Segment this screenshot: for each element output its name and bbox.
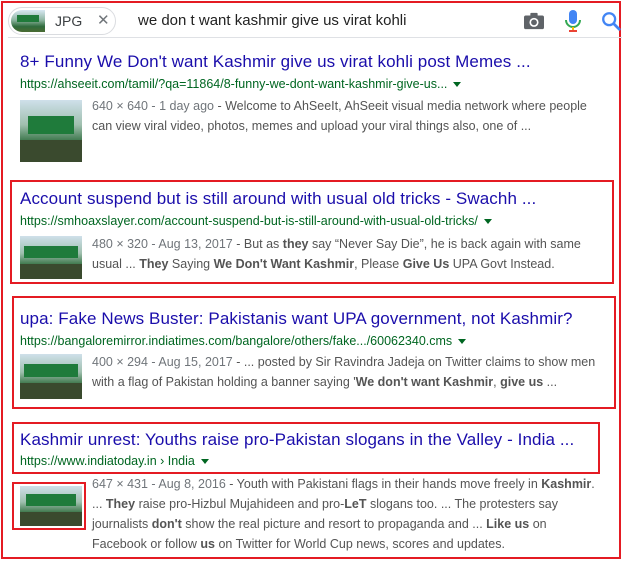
search-icon[interactable] bbox=[600, 10, 622, 32]
snippet-text: raise pro-Hizbul Mujahideen and pro- bbox=[135, 497, 345, 511]
chevron-down-icon[interactable] bbox=[200, 459, 209, 465]
snippet-bold: Like us bbox=[486, 517, 530, 531]
snippet-text: on bbox=[529, 517, 547, 531]
snippet-text: can view viral video, photos, memes and … bbox=[92, 119, 532, 133]
result-snippet: 400 × 294 - Aug 15, 2017 - ... posted by… bbox=[92, 352, 595, 392]
result-meta: 647 × 431 - Aug 8, 2016 bbox=[92, 477, 226, 491]
camera-icon[interactable] bbox=[523, 11, 545, 31]
result-title-link[interactable]: 8+ Funny We Don't want Kashmir give us v… bbox=[20, 52, 531, 72]
snippet-text: on Twitter for World Cup news, scores an… bbox=[214, 537, 505, 551]
result-thumbnail[interactable] bbox=[20, 486, 82, 526]
snippet-text: usual ... bbox=[92, 257, 140, 271]
snippet-text: ... bbox=[543, 375, 558, 389]
snippet-bold: We don't want Kashmir bbox=[355, 375, 494, 389]
snippet-bold: give us bbox=[500, 375, 544, 389]
snippet-bold: they bbox=[282, 237, 309, 251]
result-url-text[interactable]: https://ahseeit.com/tamil/?qa=11864/8-fu… bbox=[20, 77, 447, 91]
snippet-bold: They bbox=[105, 497, 136, 511]
result-meta: 480 × 320 - Aug 13, 2017 bbox=[92, 237, 233, 251]
snippet-text: with a flag of Pakistan holding a banner… bbox=[92, 375, 356, 389]
snippet-bold: LeT bbox=[344, 497, 367, 511]
result-url-text[interactable]: https://smhoaxslayer.com/account-suspend… bbox=[20, 214, 478, 228]
snippet-bold: us bbox=[200, 537, 215, 551]
result-thumbnail[interactable] bbox=[20, 236, 82, 279]
result-url[interactable]: https://smhoaxslayer.com/account-suspend… bbox=[20, 214, 492, 228]
snippet-text: . bbox=[591, 477, 595, 491]
query-image-thumbnail bbox=[11, 10, 45, 32]
chevron-down-icon[interactable] bbox=[453, 82, 462, 88]
result-url[interactable]: https://bangaloremirror.indiatimes.com/b… bbox=[20, 334, 467, 348]
snippet-bold: Kashmir bbox=[541, 477, 592, 491]
snippet-text: journalists bbox=[92, 517, 152, 531]
snippet-text: show the real picture and resort to prop… bbox=[181, 517, 487, 531]
snippet-text: - But as bbox=[232, 237, 283, 251]
result-meta: 640 × 640 - 1 day ago bbox=[92, 99, 214, 113]
snippet-text: slogans too. ... The protesters say bbox=[366, 497, 559, 511]
result-thumbnail[interactable] bbox=[20, 354, 82, 399]
mic-icon[interactable] bbox=[563, 9, 583, 33]
chip-label: JPG bbox=[55, 13, 83, 29]
result-title-link[interactable]: Account suspend but is still around with… bbox=[20, 189, 536, 209]
snippet-text: UPA Govt Instead. bbox=[449, 257, 555, 271]
chevron-down-icon[interactable] bbox=[458, 339, 467, 345]
search-input[interactable]: we don t want kashmir give us virat kohl… bbox=[138, 12, 406, 29]
snippet-text: - Youth with Pakistani flags in their ha… bbox=[225, 477, 542, 491]
search-bar[interactable]: JPG ✕ we don t want kashmir give us vira… bbox=[8, 4, 622, 38]
snippet-text: ... bbox=[92, 497, 106, 511]
result-thumbnail[interactable] bbox=[20, 100, 82, 162]
result-url[interactable]: https://ahseeit.com/tamil/?qa=11864/8-fu… bbox=[20, 77, 462, 91]
result-snippet: 480 × 320 - Aug 13, 2017 - But as they s… bbox=[92, 234, 581, 274]
result-title-link[interactable]: Kashmir unrest: Youths raise pro-Pakista… bbox=[20, 430, 574, 450]
result-title-link[interactable]: upa: Fake News Buster: Pakistanis want U… bbox=[20, 309, 573, 329]
snippet-text: say “Never Say Die”, he is back again wi… bbox=[308, 237, 581, 251]
snippet-bold: They bbox=[139, 257, 169, 271]
snippet-bold: don't bbox=[151, 517, 182, 531]
snippet-text: - ... posted by Sir Ravindra Jadeja on T… bbox=[232, 355, 596, 369]
snippet-text: Facebook or follow bbox=[92, 537, 201, 551]
snippet-text: , Please bbox=[354, 257, 403, 271]
result-meta: 400 × 294 - Aug 15, 2017 bbox=[92, 355, 233, 369]
result-snippet: 647 × 431 - Aug 8, 2016 - Youth with Pak… bbox=[92, 474, 595, 554]
snippet-bold: We Don't Want Kashmir bbox=[213, 257, 355, 271]
result-url-text[interactable]: https://bangaloremirror.indiatimes.com/b… bbox=[20, 334, 452, 348]
result-url[interactable]: https://www.indiatoday.in › India bbox=[20, 454, 209, 468]
result-url-text[interactable]: https://www.indiatoday.in › India bbox=[20, 454, 195, 468]
snippet-text: Saying bbox=[168, 257, 214, 271]
snippet-bold: Give Us bbox=[402, 257, 450, 271]
image-search-chip[interactable]: JPG ✕ bbox=[8, 7, 116, 35]
chevron-down-icon[interactable] bbox=[483, 219, 492, 225]
result-snippet: 640 × 640 - 1 day ago - Welcome to AhSee… bbox=[92, 96, 587, 136]
close-icon[interactable]: ✕ bbox=[97, 11, 110, 29]
snippet-text: - Welcome to AhSeeIt, AhSeeit visual med… bbox=[213, 99, 587, 113]
